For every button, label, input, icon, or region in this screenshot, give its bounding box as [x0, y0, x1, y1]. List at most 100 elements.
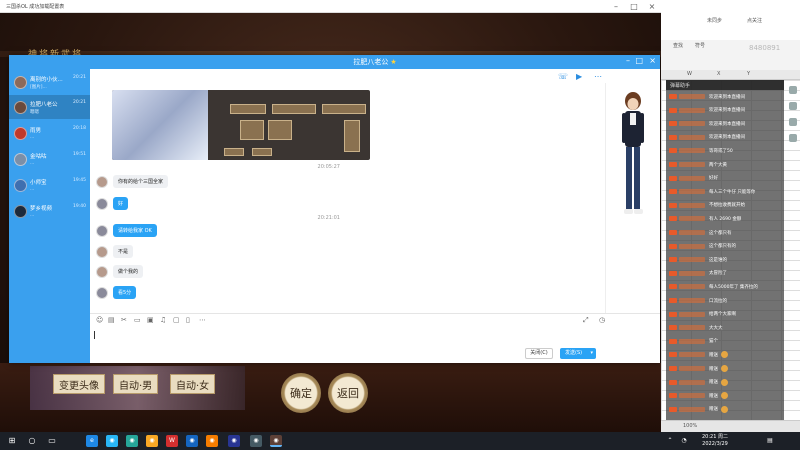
- user-name-badge: [679, 325, 705, 331]
- image-icon[interactable]: ▣: [147, 316, 154, 324]
- chevron-down-icon[interactable]: ▾: [590, 348, 593, 359]
- maximize-icon[interactable]: □: [635, 56, 643, 65]
- contact-item[interactable]: 离别的小伙... [图片]... 20:21: [9, 70, 90, 94]
- app-icon[interactable]: ◉: [186, 435, 198, 447]
- shared-image[interactable]: [112, 90, 370, 160]
- search-icon[interactable]: ○: [26, 435, 38, 447]
- emoji-icon[interactable]: ☺: [96, 316, 103, 324]
- level-badge: [669, 230, 677, 235]
- contact-item[interactable]: 雨男... 20:18: [9, 121, 90, 145]
- auto-male-chip[interactable]: 自动·男: [113, 374, 159, 394]
- contact-time: 19:40: [73, 204, 86, 209]
- app-icon[interactable]: ◉: [146, 435, 158, 447]
- character-panel: [605, 83, 660, 313]
- zoom-level[interactable]: 100%: [683, 423, 697, 429]
- confirm-button[interactable]: 确定: [281, 373, 321, 413]
- contact-item-active[interactable]: 拉肥八老公 嗯嗯 20:21: [9, 95, 90, 119]
- taskview-icon[interactable]: ▭: [46, 435, 58, 447]
- tool-icon[interactable]: [789, 102, 797, 110]
- chat-title: 拉肥八老公: [353, 58, 389, 66]
- phone-icon[interactable]: ☏: [558, 72, 568, 81]
- more-icon[interactable]: ⋯: [594, 72, 602, 81]
- screen-icon[interactable]: ▢: [173, 316, 180, 324]
- scissors-icon[interactable]: ✂: [121, 316, 127, 324]
- danmu-row: 赠送: [669, 391, 782, 400]
- danmu-row: 太冒险了: [669, 269, 782, 278]
- close-button[interactable]: 关闭(C): [525, 348, 553, 359]
- column-headers: W X Y: [661, 70, 800, 80]
- app-icon[interactable]: ◉: [228, 435, 240, 447]
- contact-item[interactable]: 梦乡视频... 19:40: [9, 199, 90, 223]
- auto-female-chip[interactable]: 自动·女: [170, 374, 216, 394]
- danmu-text: 等哥或了50: [709, 148, 733, 154]
- timestamp: 20:05:27: [317, 164, 340, 170]
- danmu-text: 口流拉的: [709, 298, 727, 304]
- history-icon[interactable]: ◷: [599, 316, 605, 324]
- notification-icon[interactable]: ▤: [764, 435, 776, 447]
- avatar: [14, 100, 27, 114]
- user-name-badge: [679, 189, 705, 195]
- message-list: 20:05:27 你有的给个三国全家 好 20:21:01 请转给我家 OK 不…: [90, 83, 605, 313]
- clock[interactable]: 20:21 周二 2022/3/29: [700, 434, 730, 448]
- network-icon[interactable]: ◔: [678, 435, 690, 447]
- tray-icon[interactable]: ⌃: [664, 435, 676, 447]
- message-bubble: 好: [113, 197, 129, 210]
- danmu-row: 口流拉的: [669, 296, 782, 305]
- gif-icon[interactable]: ▤: [108, 316, 115, 324]
- app-icon[interactable]: ◉: [206, 435, 218, 447]
- message-bubble: 你有的给个三国全家: [113, 175, 169, 188]
- maximize-icon[interactable]: □: [625, 2, 643, 11]
- app-icon[interactable]: W: [166, 435, 178, 447]
- contact-item[interactable]: 小师宝... 19:45: [9, 173, 90, 197]
- level-badge: [669, 338, 677, 344]
- danmu-row: 不想拉收费就开始: [669, 201, 782, 210]
- follow-label[interactable]: 点关注: [747, 17, 762, 24]
- user-name-badge: [679, 338, 705, 344]
- level-badge: [669, 243, 677, 249]
- minimize-icon[interactable]: –: [626, 56, 630, 65]
- contact-item[interactable]: 金咕咕... 19:51: [9, 147, 90, 171]
- danmu-row: 赠送: [669, 378, 782, 387]
- send-button[interactable]: 发送(S) ▾: [560, 348, 596, 359]
- tool-icon[interactable]: [789, 134, 797, 142]
- danmu-text: 赠送: [709, 380, 718, 386]
- user-name-badge: [679, 134, 705, 140]
- big-number: 8480891: [749, 44, 781, 52]
- app-icon[interactable]: ◉: [126, 435, 138, 447]
- close-icon[interactable]: ×: [649, 56, 656, 65]
- symbol-label[interactable]: 符号: [695, 42, 705, 49]
- video-icon[interactable]: ▶: [576, 72, 582, 81]
- tool-icon[interactable]: [789, 118, 797, 126]
- level-badge: [669, 379, 677, 385]
- folder-icon[interactable]: ▭: [134, 316, 141, 324]
- more-icon[interactable]: ⋯: [199, 316, 206, 324]
- find-label[interactable]: 查找: [673, 42, 683, 49]
- change-avatar-chip[interactable]: 变更头像: [53, 374, 105, 394]
- message-bubble: 请转给我家 OK: [113, 224, 157, 237]
- mic-icon[interactable]: ♫: [160, 316, 166, 324]
- tool-icon[interactable]: [789, 86, 797, 94]
- user-name-badge: [679, 393, 705, 399]
- danmu-overlay: 弹幕助手 欢迎来到本直播间 欢迎来到本直播间 欢迎来到本直播间 欢迎来到本直播间 等哥或…: [666, 80, 784, 420]
- close-icon[interactable]: ×: [643, 2, 661, 11]
- game-taskbar-icon[interactable]: ◉: [270, 435, 282, 447]
- level-badge: [669, 325, 677, 331]
- minimize-icon[interactable]: –: [607, 2, 625, 11]
- app-icon[interactable]: ◉: [106, 435, 118, 447]
- avatar: [96, 245, 108, 258]
- level-badge: [669, 189, 677, 195]
- back-button[interactable]: 返回: [328, 373, 368, 413]
- app-icon[interactable]: ◉: [250, 435, 262, 447]
- start-icon[interactable]: ⊞: [6, 435, 18, 447]
- column-w: W: [687, 71, 692, 77]
- clock-time: 20:21 周二: [702, 434, 728, 440]
- contact-preview: ...: [30, 213, 35, 218]
- user-name-badge: [679, 94, 705, 99]
- user-name-badge: [679, 270, 705, 276]
- edge-icon[interactable]: e: [86, 435, 98, 447]
- expand-icon[interactable]: ⤢: [583, 316, 589, 325]
- danmu-text: 好好: [709, 176, 718, 182]
- sync-label[interactable]: 未同步: [707, 17, 722, 24]
- file-icon[interactable]: ▯: [186, 316, 190, 324]
- danmu-text: 欢迎来到本直播间: [709, 94, 745, 100]
